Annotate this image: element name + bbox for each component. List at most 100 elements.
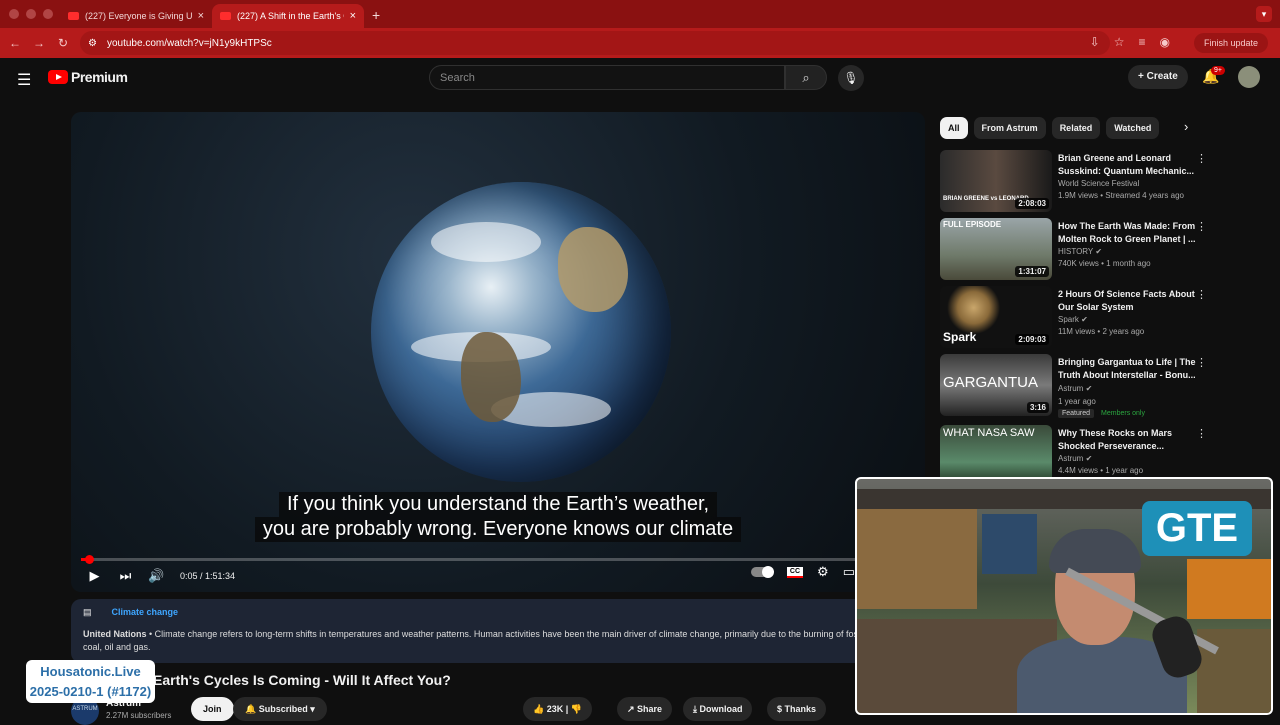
youtube-play-icon [48,70,68,84]
info-icon: ▤ [83,607,92,617]
recommendation-item[interactable]: FULL EPISODE 1:31:07 How The Earth Was M… [940,218,1240,280]
close-icon[interactable]: × [350,10,356,22]
recommendation-item[interactable]: BRIAN GREENE vs LEONARD 2:08:03 Brian Gr… [940,150,1240,212]
profile-icon[interactable]: ◉ [1160,35,1170,49]
window-controls[interactable] [9,9,53,19]
media-icon[interactable]: ≡ [1139,35,1146,49]
chevron-right-icon[interactable]: › [1184,119,1188,134]
chip-watched[interactable]: Watched [1106,117,1160,139]
recommendation-channel[interactable]: Astrum ✔ [1058,454,1092,463]
search-button[interactable]: ⌕ [785,65,827,90]
featured-badge: Featured [1058,409,1095,418]
earth-video-frame [371,182,671,482]
miniplayer-icon[interactable]: ▭ [843,564,855,580]
address-bar-row: ← → ↻ ⚙ youtube.com/watch?v=jN1y9kHTPSc ⇩… [0,28,1280,58]
filter-chips: All From Astrum Related Watched L [940,117,1165,139]
site-info-icon[interactable]: ⚙ [88,38,97,49]
play-icon[interactable]: ▶ [79,568,110,584]
video-player[interactable]: If you think you understand the Earth’s … [71,112,925,592]
recommendation-meta: 740K views • 1 month ago [1058,259,1151,268]
hamburger-menu-icon[interactable]: ☰ [17,70,31,90]
video-thumbnail[interactable]: Spark 2:09:03 [940,286,1052,348]
next-icon[interactable]: ⏭ [110,568,141,584]
thumbs-up-icon: 👍 [533,704,547,714]
bookmark-star-icon[interactable]: ☆ [1114,35,1125,49]
recommendation-title[interactable]: Bringing Gargantua to Life | The Truth A… [1058,356,1196,382]
install-icon[interactable]: ⇩ [1090,35,1100,49]
recommendation-meta: 1.9M views • Streamed 4 years ago [1058,191,1184,200]
thanks-icon: $ [777,704,785,714]
stream-label: Housatonic.Live 2025-0210-1 (#1172) [26,660,155,703]
autoplay-toggle[interactable] [750,566,774,578]
mic-icon: 🎙 [843,71,859,85]
more-vert-icon[interactable]: ⋮ [1196,152,1207,165]
recommendation-channel[interactable]: World Science Festival [1058,179,1139,188]
thanks-button[interactable]: $ Thanks [767,697,827,721]
chip-related[interactable]: Related [1051,117,1101,139]
captions: If you think you understand the Earth’s … [71,492,925,542]
thumbs-down-icon[interactable]: | 👎 [563,704,582,714]
caption-line: you are probably wrong. Everyone knows o… [254,517,742,542]
subscribed-button[interactable]: 🔔 Subscribed ▾ [233,697,327,721]
video-thumbnail[interactable]: BRIAN GREENE vs LEONARD 2:08:03 [940,150,1052,212]
url-field[interactable]: ⚙ youtube.com/watch?v=jN1y9kHTPSc [80,31,1110,55]
forward-icon[interactable]: → [27,36,51,50]
close-icon[interactable]: × [198,10,204,22]
new-tab-button[interactable]: + [372,7,380,23]
bell-icon: 🔔 [245,704,259,714]
youtube-icon [220,12,231,20]
volume-icon[interactable]: 🔊 [141,568,172,584]
recommendation-title[interactable]: Brian Greene and Leonard Susskind: Quant… [1058,152,1196,178]
recommendation-item[interactable]: Spark 2:09:03 2 Hours Of Science Facts A… [940,286,1240,348]
create-button[interactable]: + Create [1128,65,1188,89]
like-button[interactable]: 👍 23K | 👎 [523,697,592,721]
settings-gear-icon[interactable]: ⚙ [817,564,829,580]
progress-fill [81,555,94,564]
youtube-header: ☰ Premium Search ⌕ 🎙 + Create 🔔 9+ [0,58,1280,98]
back-icon[interactable]: ← [3,36,27,50]
notification-count-badge: 9+ [1211,66,1225,75]
time-display: 0:05 / 1:51:34 [180,571,236,581]
duration-badge: 1:31:07 [1015,266,1049,277]
duration-badge: 2:08:03 [1015,198,1049,209]
account-avatar[interactable] [1238,66,1260,88]
youtube-logo[interactable]: Premium [48,69,128,85]
browser-tab-active[interactable]: (227) A Shift in the Earth's Cyc× [212,4,364,28]
info-panel-link[interactable]: Climate change [112,607,179,617]
streamer [1017,507,1219,713]
reload-icon[interactable]: ↻ [51,36,75,50]
chevron-down-icon: ▾ [307,704,315,714]
captions-cc-icon[interactable]: CC [786,566,804,578]
join-button[interactable]: Join [191,697,234,721]
video-thumbnail[interactable]: FULL EPISODE 1:31:07 [940,218,1052,280]
youtube-icon [68,12,79,20]
browser-tab[interactable]: (227) Everyone is Giving Up C× [60,4,212,28]
recommendation-meta: 4.4M views • 1 year ago [1058,466,1144,475]
recommendation-title[interactable]: How The Earth Was Made: From Molten Rock… [1058,220,1196,246]
more-vert-icon[interactable]: ⋮ [1196,288,1207,301]
voice-search-button[interactable]: 🎙 [838,65,864,91]
more-vert-icon[interactable]: ⋮ [1196,427,1207,440]
tab-search-chevron-icon[interactable]: ▾ [1256,6,1272,22]
subscriber-count: 2.27M subscribers [106,711,172,720]
video-title: Earth's Cycles Is Coming - Will It Affec… [153,672,451,688]
share-button[interactable]: ↗ Share [617,697,673,721]
recommendation-title[interactable]: 2 Hours Of Science Facts About Our Solar… [1058,288,1196,314]
recommendation-item[interactable]: GARGANTUA 3:16 Bringing Gargantua to Lif… [940,354,1240,418]
more-vert-icon[interactable]: ⋮ [1196,356,1207,369]
search-input[interactable]: Search [429,65,785,90]
more-vert-icon[interactable]: ⋮ [1196,220,1207,233]
recommendation-channel[interactable]: Astrum ✔ [1058,384,1092,393]
recommendation-channel[interactable]: HISTORY ✔ [1058,247,1102,256]
finish-update-button[interactable]: Finish update [1193,33,1268,53]
download-button[interactable]: ⤓ Download [683,697,753,721]
recommendation-title[interactable]: Why These Rocks on Mars Shocked Persever… [1058,427,1196,453]
verified-icon: ✔ [1081,315,1088,324]
recommendation-channel[interactable]: Spark ✔ [1058,315,1088,324]
recommendation-meta: 1 year ago [1058,397,1096,406]
progress-bar[interactable] [81,555,915,564]
chip-from-astrum[interactable]: From Astrum [973,117,1046,139]
chip-all[interactable]: All [940,117,968,139]
video-thumbnail[interactable]: GARGANTUA 3:16 [940,354,1052,416]
scrubber-handle[interactable] [85,555,94,564]
